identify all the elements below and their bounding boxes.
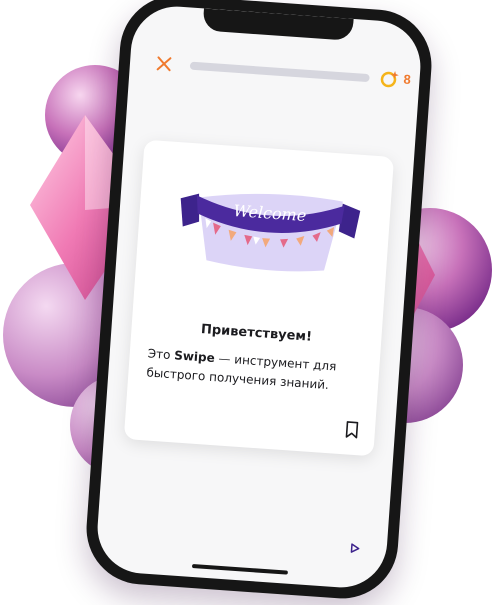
coin-icon xyxy=(380,70,399,88)
card-body: Это Swipe — инструмент для быстрого полу… xyxy=(146,344,364,397)
lesson-topbar: 8 xyxy=(129,49,420,93)
card-body-brand: Swipe xyxy=(173,348,216,366)
phone-screen: 8 Welcome Приветствуем! Это Swipe — инст… xyxy=(94,3,424,591)
card-title: Приветствуем! xyxy=(200,322,313,345)
coin-count: 8 xyxy=(403,71,412,88)
close-icon[interactable] xyxy=(153,53,174,74)
bookmark-icon[interactable] xyxy=(344,420,359,439)
welcome-banner-illustration: Welcome xyxy=(180,193,361,272)
lesson-progress-fill xyxy=(189,61,191,70)
play-next-icon[interactable] xyxy=(348,542,361,555)
lesson-progress-bar xyxy=(189,61,370,83)
phone-mockup: 8 Welcome Приветствуем! Это Swipe — инст… xyxy=(82,0,436,603)
lesson-card[interactable]: Welcome Приветствуем! Это Swipe — инстру… xyxy=(123,139,395,457)
card-body-prefix: Это xyxy=(147,346,175,363)
home-indicator xyxy=(191,563,288,575)
